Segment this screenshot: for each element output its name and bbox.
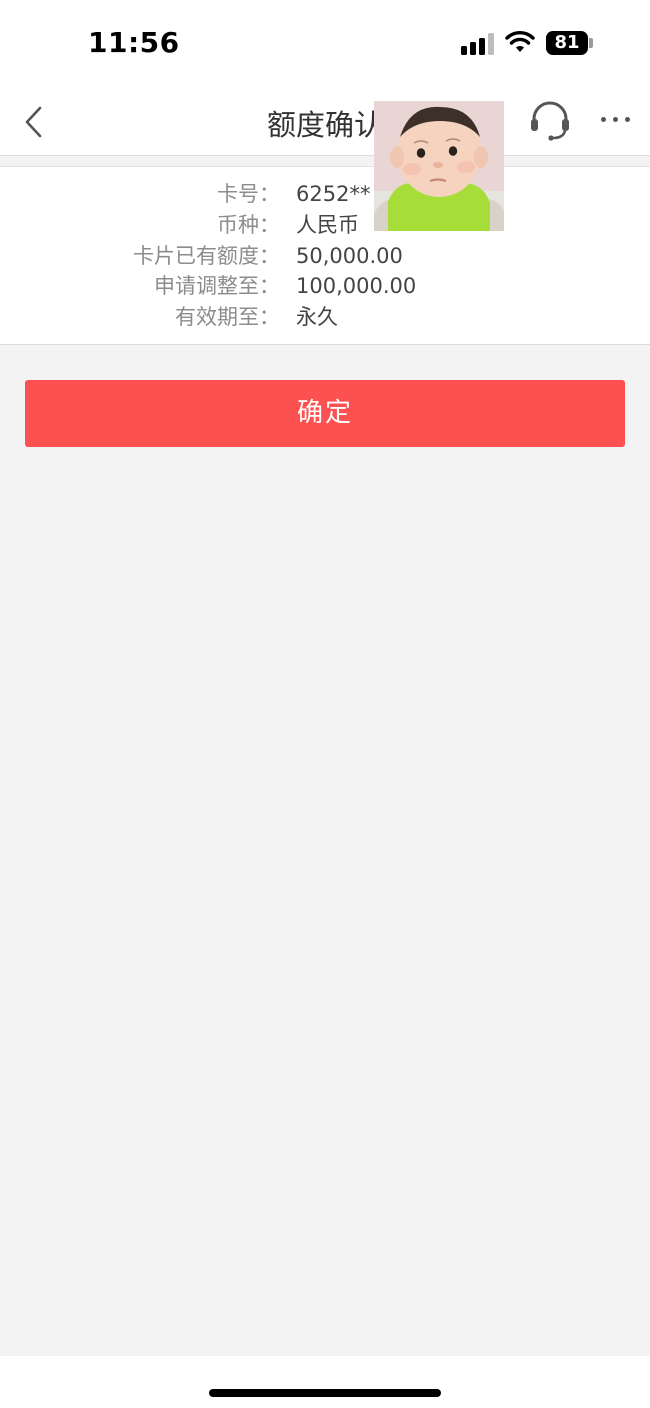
- info-value: 人民币: [296, 213, 359, 237]
- info-row-currency: 币种： 人民币: [0, 210, 650, 241]
- info-label: 币种：: [217, 213, 280, 237]
- wifi-icon: [505, 31, 535, 52]
- info-label: 卡片已有额度：: [133, 244, 280, 268]
- home-indicator-area: [0, 1356, 650, 1408]
- info-card: 卡号： 6252** 币种： 人民币 卡片已有额度： 50,000.00 申请调…: [0, 166, 650, 345]
- info-row-requested-limit: 申请调整至： 100,000.00: [0, 271, 650, 302]
- info-value: 100,000.00: [296, 274, 417, 298]
- info-value: 永久: [296, 305, 338, 329]
- battery-tip: [589, 38, 593, 48]
- info-row-current-limit: 卡片已有额度： 50,000.00: [0, 241, 650, 272]
- confirm-button[interactable]: 确定: [25, 380, 625, 447]
- battery-icon: 81: [546, 31, 588, 55]
- status-bar: 11:56 81: [0, 0, 650, 88]
- home-indicator[interactable]: [209, 1389, 441, 1397]
- status-time: 11:56: [88, 26, 180, 59]
- baby-sticker-image: [374, 101, 504, 231]
- headset-icon[interactable]: [529, 100, 571, 142]
- signal-icon: [461, 33, 495, 55]
- info-row-validity: 有效期至： 永久: [0, 302, 650, 333]
- nav-bar: 额度确认: [0, 88, 650, 156]
- more-icon[interactable]: [598, 108, 634, 132]
- info-value: 6252**: [296, 182, 371, 206]
- info-row-card-number: 卡号： 6252**: [0, 179, 650, 210]
- info-label: 有效期至：: [175, 305, 280, 329]
- info-value: 50,000.00: [296, 244, 403, 268]
- info-label: 申请调整至：: [154, 274, 280, 298]
- info-label: 卡号：: [217, 182, 280, 206]
